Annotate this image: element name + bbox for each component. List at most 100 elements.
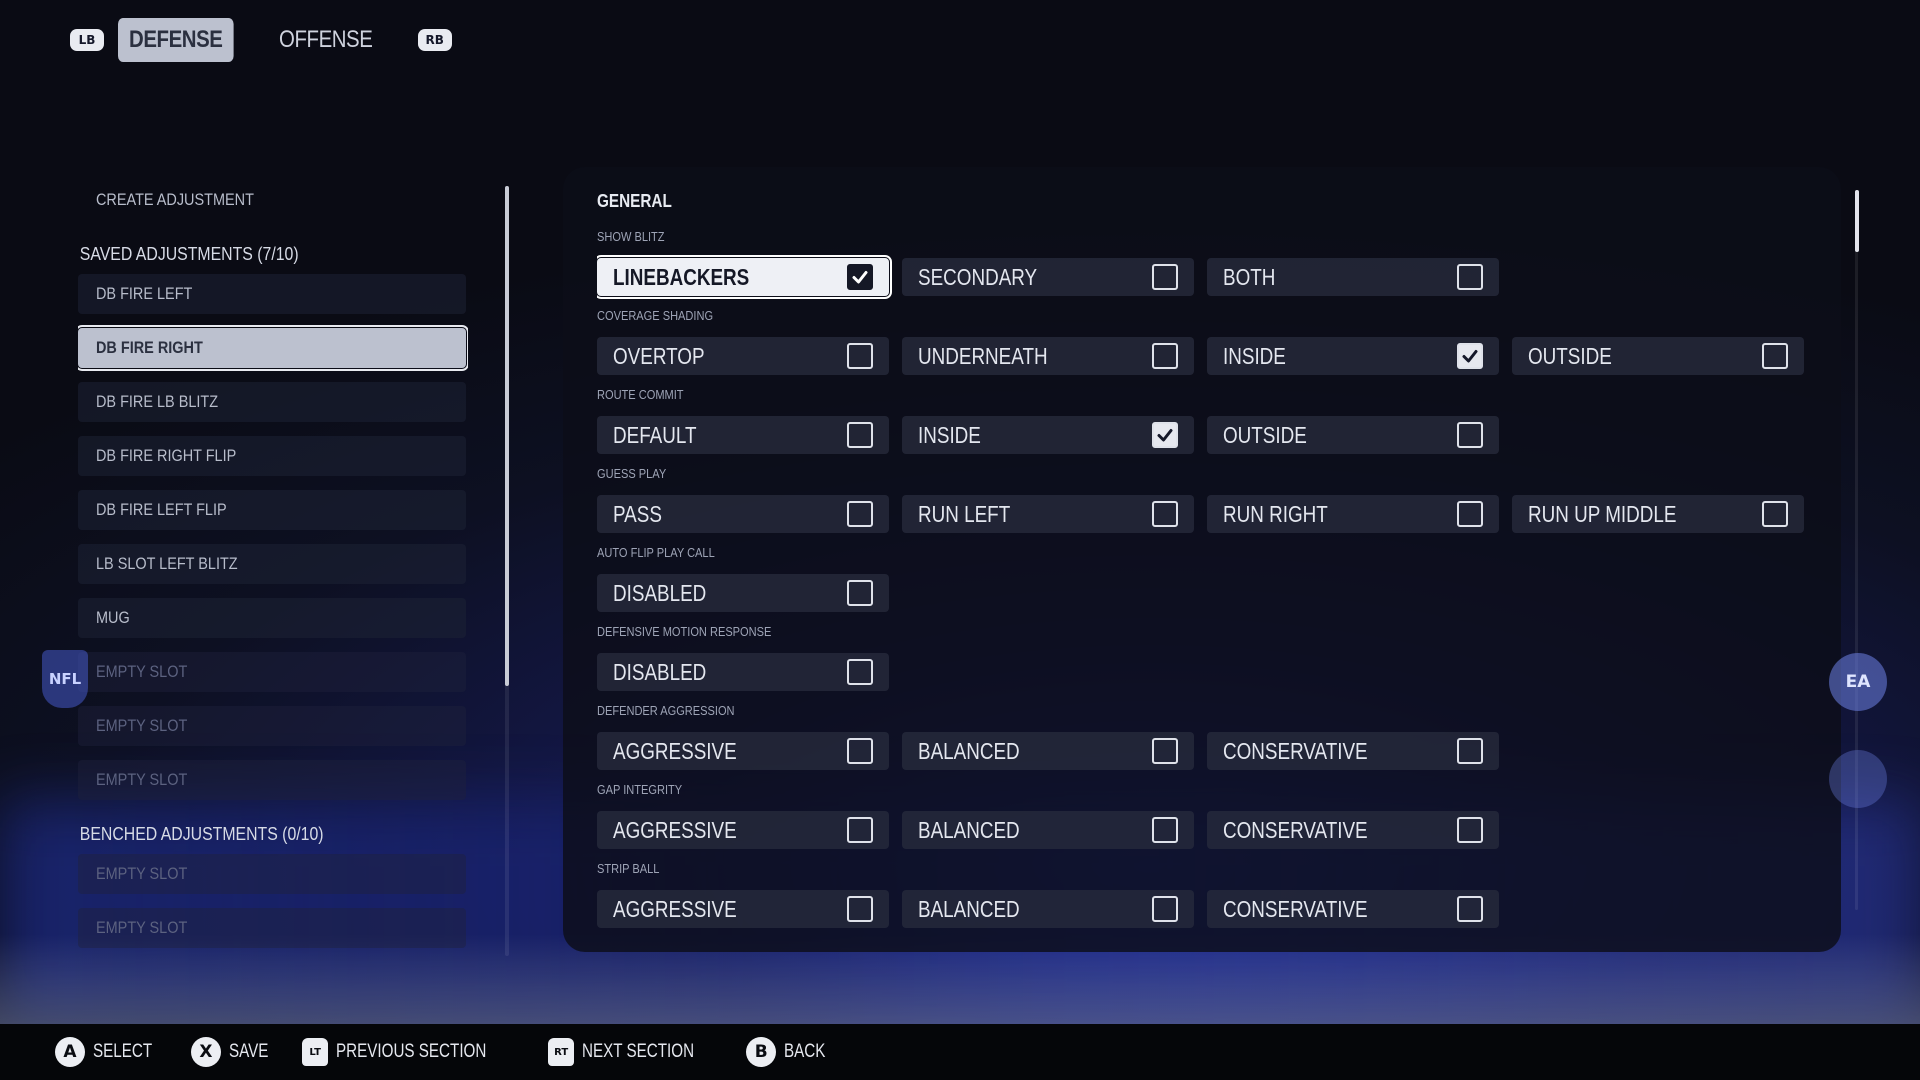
option-group-label: COVERAGE SHADING (597, 308, 714, 323)
option-checkbox-item[interactable]: RUN RIGHT (1207, 495, 1499, 533)
saved-adjustments-header: SAVED ADJUSTMENTS (7/10) (79, 243, 299, 264)
option-checkbox-item[interactable]: BALANCED (902, 811, 1194, 849)
list-item[interactable]: DB FIRE RIGHT FLIP (78, 436, 466, 476)
option-checkbox-item[interactable]: BALANCED (902, 890, 1194, 928)
checkbox-icon[interactable] (1457, 817, 1483, 843)
select-hint[interactable]: A SELECT (55, 1037, 167, 1067)
option-label: AGGRESSIVE (613, 895, 737, 922)
option-checkbox-item[interactable]: CONSERVATIVE (1207, 732, 1499, 770)
option-row: PASS RUN LEFT RUN RIGHT RUN UP MIDDLE (597, 495, 1827, 533)
empty-slot[interactable]: EMPTY SLOT (78, 760, 466, 800)
option-label: RUN UP MIDDLE (1528, 500, 1677, 527)
checkbox-icon[interactable] (1152, 817, 1178, 843)
option-checkbox-item[interactable]: BALANCED (902, 732, 1194, 770)
option-checkbox-item[interactable]: DISABLED (597, 653, 889, 691)
previous-section-hint[interactable]: LT PREVIOUS SECTION (302, 1038, 524, 1066)
option-checkbox-item[interactable]: LINEBACKERS (597, 255, 892, 299)
empty-slot[interactable]: EMPTY SLOT (78, 854, 466, 894)
option-label: DISABLED (613, 579, 707, 606)
option-checkbox-item[interactable]: UNDERNEATH (902, 337, 1194, 375)
list-item[interactable]: DB FIRE RIGHT (78, 325, 468, 371)
panel-scrollbar[interactable] (1855, 190, 1859, 252)
checkbox-icon[interactable] (1457, 264, 1483, 290)
lb-button-icon[interactable]: LB (70, 29, 104, 51)
sidebar-scrollbar[interactable] (505, 186, 509, 686)
checkbox-icon[interactable] (847, 580, 873, 606)
option-label: BALANCED (918, 737, 1020, 764)
option-checkbox-item[interactable]: INSIDE (902, 416, 1194, 454)
checkbox-icon[interactable] (847, 343, 873, 369)
checkbox-icon[interactable] (1152, 896, 1178, 922)
checkbox-icon[interactable] (1762, 501, 1788, 527)
checkbox-icon[interactable] (847, 738, 873, 764)
option-checkbox-item[interactable]: OUTSIDE (1207, 416, 1499, 454)
empty-slot[interactable]: EMPTY SLOT (78, 706, 466, 746)
rb-button-icon[interactable]: RB (417, 29, 452, 51)
option-label: AGGRESSIVE (613, 737, 737, 764)
option-checkbox-item[interactable]: OVERTOP (597, 337, 889, 375)
list-item[interactable]: LB SLOT LEFT BLITZ (78, 544, 466, 584)
option-row: AGGRESSIVE BALANCED CONSERVATIVE (597, 811, 1827, 849)
back-hint[interactable]: B BACK (746, 1037, 836, 1067)
checkbox-checked-icon[interactable] (1457, 343, 1483, 369)
option-row: DEFAULT INSIDE OUTSIDE (597, 416, 1827, 454)
list-item[interactable]: DB FIRE LEFT FLIP (78, 490, 466, 530)
empty-slot[interactable]: EMPTY SLOT (78, 652, 466, 692)
option-label: BALANCED (918, 895, 1020, 922)
checkbox-icon[interactable] (1457, 896, 1483, 922)
option-checkbox-item[interactable]: RUN LEFT (902, 495, 1194, 533)
checkbox-icon[interactable] (1457, 738, 1483, 764)
option-checkbox-item[interactable]: AGGRESSIVE (597, 732, 889, 770)
option-label: OUTSIDE (1223, 421, 1307, 448)
next-section-hint[interactable]: RT NEXT SECTION (548, 1038, 722, 1066)
list-item[interactable]: DB FIRE LEFT (78, 274, 466, 314)
checkbox-checked-icon[interactable] (1152, 422, 1178, 448)
option-checkbox-item[interactable]: DISABLED (597, 574, 889, 612)
option-row: LINEBACKERS SECONDARY BOTH (597, 255, 1827, 299)
empty-slot[interactable]: EMPTY SLOT (78, 908, 466, 948)
checkbox-icon[interactable] (1152, 501, 1178, 527)
option-group-label: GAP INTEGRITY (597, 782, 683, 797)
list-item[interactable]: DB FIRE LB BLITZ (78, 382, 466, 422)
checkbox-icon[interactable] (847, 422, 873, 448)
save-hint[interactable]: X SAVE (190, 1037, 278, 1067)
tab-defense[interactable]: DEFENSE (118, 18, 234, 62)
option-checkbox-item[interactable]: OUTSIDE (1512, 337, 1804, 375)
checkbox-icon[interactable] (1152, 343, 1178, 369)
checkbox-icon[interactable] (1457, 501, 1483, 527)
option-checkbox-item[interactable]: AGGRESSIVE (597, 890, 889, 928)
option-checkbox-item[interactable]: PASS (597, 495, 889, 533)
option-checkbox-item[interactable]: CONSERVATIVE (1207, 890, 1499, 928)
settings-panel: GENERAL SHOW BLITZ LINEBACKERS SECONDARY BO… (563, 167, 1841, 952)
option-checkbox-item[interactable]: INSIDE (1207, 337, 1499, 375)
option-label: BOTH (1223, 263, 1276, 290)
option-label: RUN RIGHT (1223, 500, 1328, 527)
checkbox-icon[interactable] (1457, 422, 1483, 448)
list-item[interactable]: MUG (78, 598, 466, 638)
checkbox-icon[interactable] (847, 659, 873, 685)
option-row: AGGRESSIVE BALANCED CONSERVATIVE (597, 732, 1827, 770)
option-group-label: STRIP BALL (597, 861, 660, 876)
option-checkbox-item[interactable]: AGGRESSIVE (597, 811, 889, 849)
option-checkbox-item[interactable]: DEFAULT (597, 416, 889, 454)
option-label: OUTSIDE (1528, 342, 1612, 369)
option-label: PASS (613, 500, 662, 527)
option-checkbox-item[interactable]: CONSERVATIVE (1207, 811, 1499, 849)
checkbox-icon[interactable] (1152, 264, 1178, 290)
b-button-icon: B (746, 1037, 777, 1067)
checkbox-icon[interactable] (847, 817, 873, 843)
checkbox-icon[interactable] (847, 501, 873, 527)
option-checkbox-item[interactable]: RUN UP MIDDLE (1512, 495, 1804, 533)
checkbox-icon[interactable] (847, 896, 873, 922)
create-adjustment-button[interactable]: CREATE ADJUSTMENT (78, 180, 466, 220)
section-title: GENERAL (597, 191, 672, 211)
checkbox-icon[interactable] (1152, 738, 1178, 764)
option-checkbox-item[interactable]: SECONDARY (902, 258, 1194, 296)
option-checkbox-item[interactable]: BOTH (1207, 258, 1499, 296)
checkbox-icon[interactable] (1762, 343, 1788, 369)
checkbox-checked-icon[interactable] (847, 264, 873, 290)
option-group-label: DEFENDER AGGRESSION (597, 703, 735, 718)
tab-offense[interactable]: OFFENSE (268, 18, 383, 62)
select-label: SELECT (93, 1041, 153, 1062)
option-label: INSIDE (918, 421, 981, 448)
